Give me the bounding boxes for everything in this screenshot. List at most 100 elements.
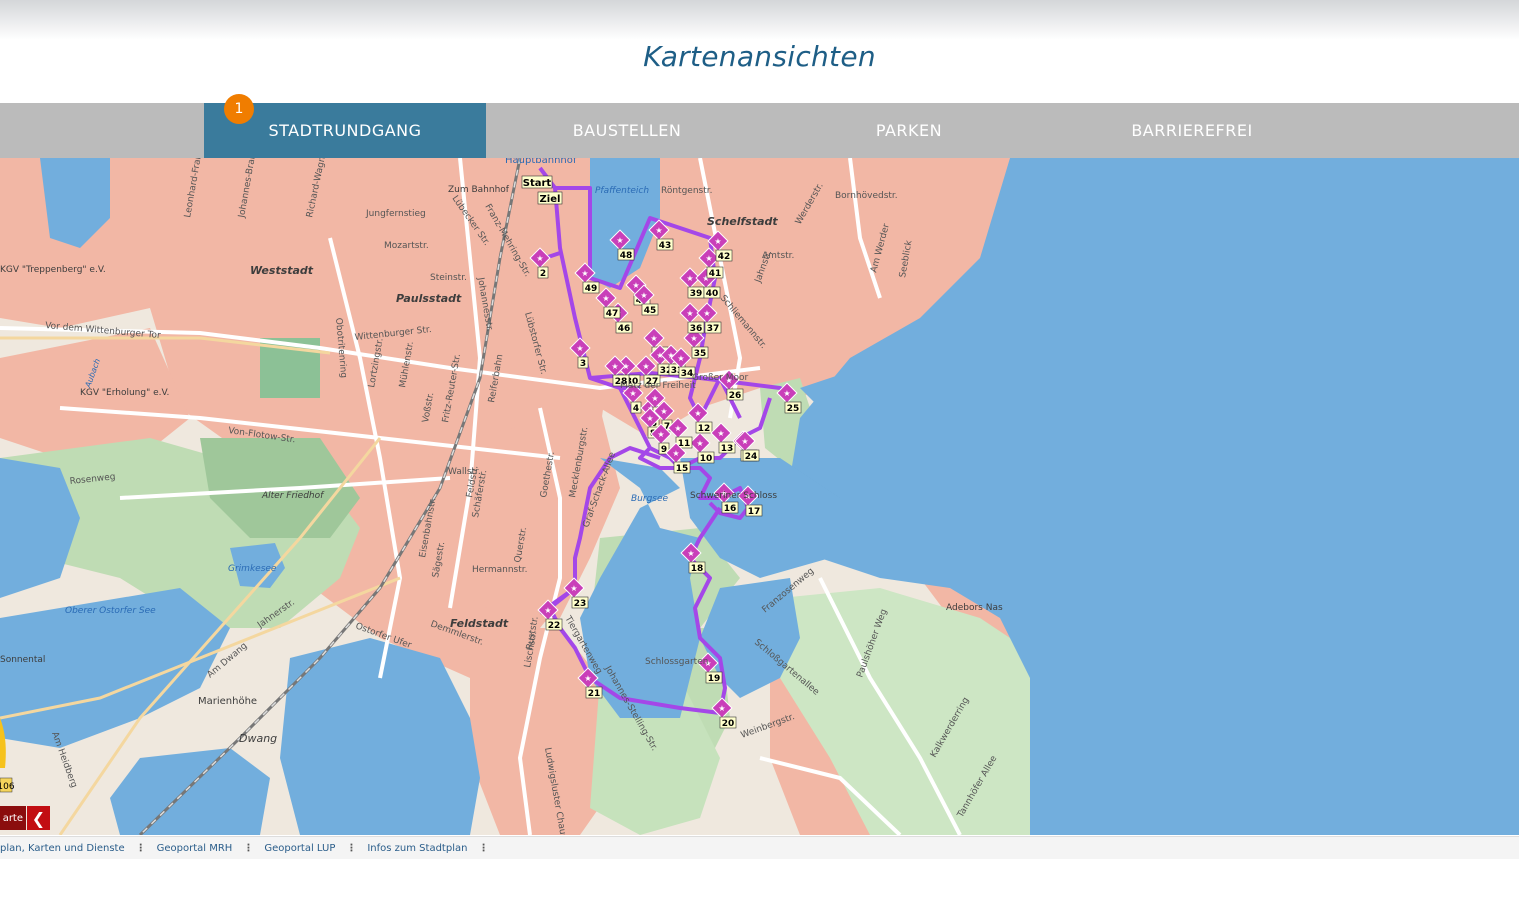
street-label: Mozartstr. bbox=[384, 241, 429, 251]
stop-number: 20 bbox=[722, 719, 735, 729]
stop-number: 17 bbox=[748, 507, 761, 517]
map-canvas[interactable]: ★2★3★4★5★6★7★8★9★10★11★12★13★14★15★16★17… bbox=[0, 158, 1519, 835]
star-icon: ★ bbox=[611, 362, 618, 371]
street-label: Hermannstr. bbox=[472, 565, 528, 575]
star-icon: ★ bbox=[696, 439, 703, 448]
star-icon: ★ bbox=[536, 254, 543, 263]
stop-number: 42 bbox=[718, 252, 731, 262]
star-icon: ★ bbox=[690, 334, 697, 343]
start-label: Start bbox=[523, 178, 552, 189]
footer-links: plan, Karten und Dienste ⋮ Geoportal MRH ⋮… bbox=[0, 836, 1519, 859]
stop-number: 19 bbox=[708, 674, 721, 684]
karte-button[interactable]: arte bbox=[0, 806, 26, 830]
stop-number: 4 bbox=[633, 404, 639, 414]
separator: ⋮ bbox=[478, 842, 489, 854]
footer-link-plaene[interactable]: plan, Karten und Dienste bbox=[0, 843, 125, 854]
stop-number: 36 bbox=[690, 324, 703, 334]
stop-number: 25 bbox=[787, 404, 800, 414]
star-icon: ★ bbox=[640, 291, 647, 300]
street-label: Röntgenstr. bbox=[661, 186, 713, 196]
label-pfaffenteich: Pfaffenteich bbox=[595, 186, 649, 196]
stop-number: 18 bbox=[691, 564, 704, 574]
star-icon: ★ bbox=[674, 424, 681, 433]
stop-number: 24 bbox=[745, 452, 758, 462]
tab-baustellen[interactable]: BAUSTELLEN bbox=[486, 103, 768, 158]
star-icon: ★ bbox=[646, 414, 653, 423]
label-burgsee: Burgsee bbox=[631, 494, 669, 504]
road-badge: 106 bbox=[0, 782, 15, 792]
label-weststadt: Weststadt bbox=[250, 264, 314, 277]
star-icon: ★ bbox=[660, 407, 667, 416]
label-schelfstadt: Schelfstadt bbox=[707, 215, 778, 228]
street-label: Schlossgarten bbox=[645, 657, 708, 667]
tab-barrierefrei[interactable]: BARRIEREFREI bbox=[1051, 103, 1333, 158]
stop-number: 16 bbox=[724, 504, 737, 514]
star-icon: ★ bbox=[657, 430, 664, 439]
label-oberer-ostorfer-see: Oberer Ostorfer See bbox=[65, 606, 156, 616]
stop-number: 41 bbox=[709, 269, 722, 279]
star-icon: ★ bbox=[650, 334, 657, 343]
stop-number: 40 bbox=[706, 289, 719, 299]
stop-number: 48 bbox=[620, 251, 633, 261]
label-dwang: Dwang bbox=[239, 732, 277, 745]
star-icon: ★ bbox=[584, 674, 591, 683]
star-icon: ★ bbox=[677, 354, 684, 363]
star-icon: ★ bbox=[632, 281, 639, 290]
page-title: Kartenansichten bbox=[643, 40, 876, 73]
street-label: Bornhövedstr. bbox=[835, 191, 898, 201]
top-bar bbox=[0, 0, 1519, 40]
stop-number: 39 bbox=[690, 289, 703, 299]
street-label: Großer Moor bbox=[692, 373, 749, 383]
star-icon: ★ bbox=[581, 269, 588, 278]
stop-number: 26 bbox=[729, 391, 742, 401]
street-label: Steinstr. bbox=[430, 273, 467, 283]
star-icon: ★ bbox=[576, 344, 583, 353]
stop-number: 21 bbox=[588, 689, 601, 699]
star-icon: ★ bbox=[687, 549, 694, 558]
star-icon: ★ bbox=[642, 362, 649, 371]
star-icon: ★ bbox=[686, 274, 693, 283]
stop-number: 2 bbox=[540, 269, 546, 279]
label-adebors-nas: Adebors Nas bbox=[946, 603, 1003, 613]
chevron-left-icon[interactable]: ❮ bbox=[27, 806, 50, 830]
label-paulsstadt: Paulsstadt bbox=[396, 292, 462, 305]
label-sonnental: Sonnental bbox=[0, 655, 45, 665]
stop-number: 49 bbox=[585, 284, 598, 294]
star-icon: ★ bbox=[616, 236, 623, 245]
stop-number: 23 bbox=[574, 599, 587, 609]
label-marienhoehe: Marienhöhe bbox=[198, 696, 257, 707]
label-kgv-erholung: KGV "Erholung" e.V. bbox=[80, 388, 169, 398]
stop-number: 46 bbox=[618, 324, 631, 334]
footer-link-infos-stadtplan[interactable]: Infos zum Stadtplan bbox=[367, 843, 467, 854]
star-icon: ★ bbox=[703, 309, 710, 318]
ziel-label: Ziel bbox=[540, 194, 561, 205]
street-label: Platz der Freiheit bbox=[620, 381, 696, 391]
star-icon: ★ bbox=[651, 394, 658, 403]
separator: ⋮ bbox=[135, 842, 146, 854]
step-badge: 1 bbox=[224, 94, 254, 124]
footer-link-geoportal-mrh[interactable]: Geoportal MRH bbox=[157, 843, 233, 854]
stop-number: 45 bbox=[644, 306, 657, 316]
label-schloss: Schweriner Schloss bbox=[690, 491, 777, 501]
star-icon: ★ bbox=[602, 294, 609, 303]
label-alter-friedhof: Alter Friedhof bbox=[261, 491, 325, 501]
star-icon: ★ bbox=[717, 429, 724, 438]
label-kgv-treppenberg: KGV "Treppenberg" e.V. bbox=[0, 265, 106, 275]
star-icon: ★ bbox=[783, 389, 790, 398]
star-icon: ★ bbox=[694, 409, 701, 418]
stop-number: 47 bbox=[606, 309, 619, 319]
footer-link-geoportal-lup[interactable]: Geoportal LUP bbox=[264, 843, 335, 854]
stop-number: 13 bbox=[721, 444, 734, 454]
street-label: Jungfernstieg bbox=[365, 209, 426, 219]
star-icon: ★ bbox=[741, 437, 748, 446]
city-map[interactable]: ★2★3★4★5★6★7★8★9★10★11★12★13★14★15★16★17… bbox=[0, 158, 1519, 835]
stop-number: 43 bbox=[659, 241, 672, 251]
star-icon: ★ bbox=[714, 237, 721, 246]
star-icon: ★ bbox=[686, 309, 693, 318]
stop-number: 37 bbox=[707, 324, 720, 334]
tab-parken[interactable]: PARKEN bbox=[768, 103, 1050, 158]
star-icon: ★ bbox=[705, 254, 712, 263]
stop-number: 22 bbox=[548, 621, 561, 631]
stop-number: 3 bbox=[580, 359, 586, 369]
stop-number: 35 bbox=[694, 349, 707, 359]
